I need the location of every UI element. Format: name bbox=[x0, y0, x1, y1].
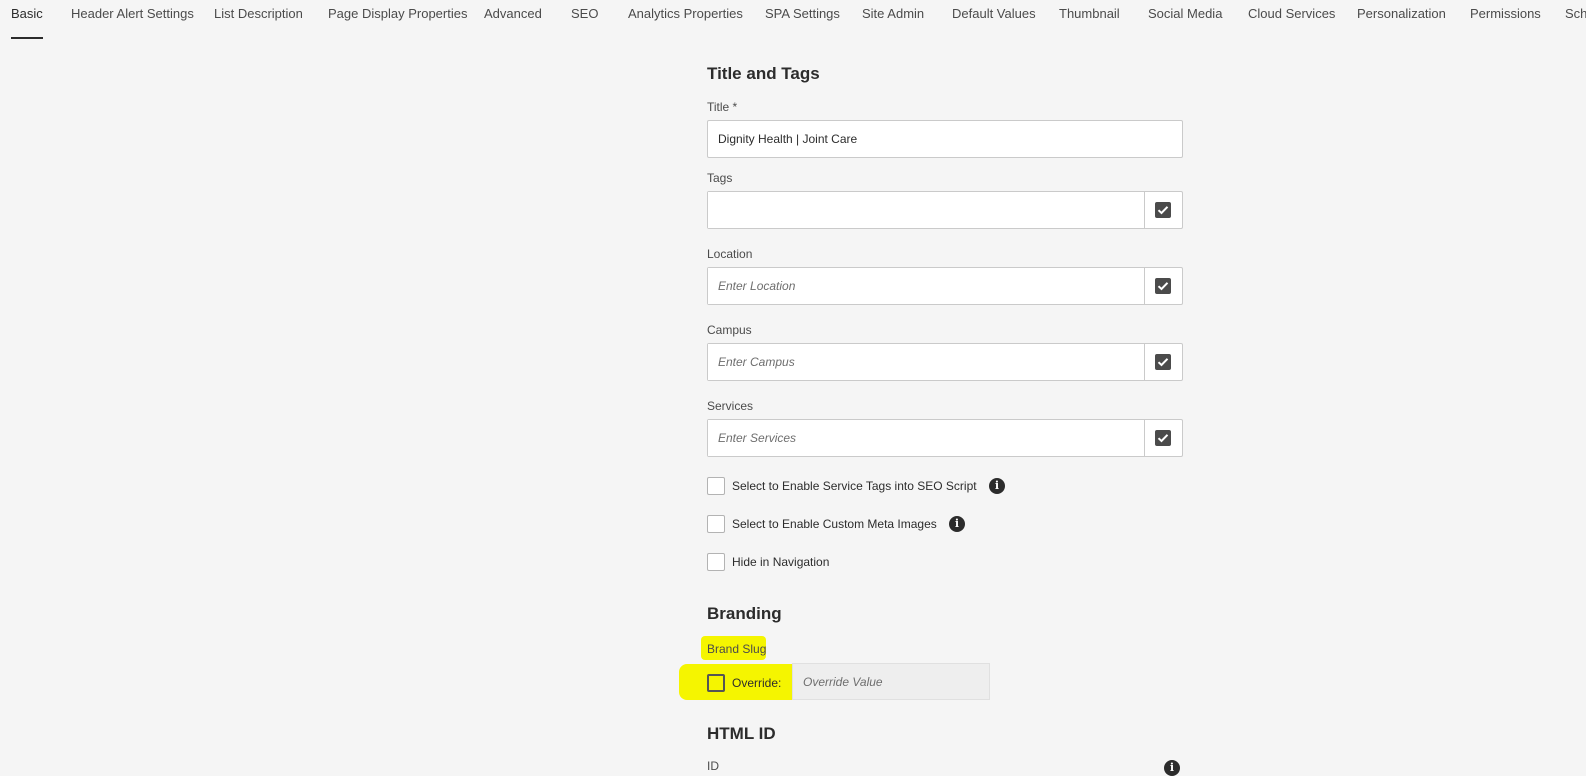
hide-in-navigation-checkbox[interactable] bbox=[707, 553, 725, 571]
override-label: Override: bbox=[732, 676, 782, 690]
tab-analytics-properties[interactable]: Analytics Properties bbox=[628, 7, 743, 39]
checkbox-checked-icon bbox=[1155, 430, 1171, 446]
hide-in-navigation-label: Hide in Navigation bbox=[732, 555, 830, 569]
location-input[interactable] bbox=[708, 268, 1145, 304]
tab-page-display-properties[interactable]: Page Display Properties bbox=[328, 7, 467, 39]
checkbox-checked-icon bbox=[1155, 202, 1171, 218]
service-tags-seo-label: Select to Enable Service Tags into SEO S… bbox=[732, 479, 977, 493]
tab-social-media[interactable]: Social Media bbox=[1148, 7, 1222, 39]
title-label: Title * bbox=[707, 100, 738, 114]
tab-spa-settings[interactable]: SPA Settings bbox=[765, 7, 840, 39]
tab-cloud-services[interactable]: Cloud Services bbox=[1248, 7, 1335, 39]
services-input[interactable] bbox=[708, 420, 1145, 456]
campus-picker-button[interactable] bbox=[1144, 344, 1182, 380]
id-label: ID bbox=[707, 759, 719, 773]
tags-field bbox=[707, 191, 1183, 229]
title-input[interactable] bbox=[707, 120, 1183, 158]
info-icon[interactable]: i bbox=[989, 478, 1005, 494]
properties-tab-bar: Basic Header Alert Settings List Descrip… bbox=[0, 0, 1586, 40]
location-picker-button[interactable] bbox=[1144, 268, 1182, 304]
tags-picker-button[interactable] bbox=[1144, 192, 1182, 228]
location-label: Location bbox=[707, 247, 753, 261]
checkbox-checked-icon bbox=[1155, 278, 1171, 294]
tab-default-values[interactable]: Default Values bbox=[952, 7, 1036, 39]
location-field bbox=[707, 267, 1183, 305]
override-value-input[interactable] bbox=[792, 663, 990, 700]
custom-meta-images-label: Select to Enable Custom Meta Images bbox=[732, 517, 937, 531]
service-tags-seo-checkbox[interactable] bbox=[707, 477, 725, 495]
info-icon[interactable]: i bbox=[1164, 760, 1180, 776]
tags-label: Tags bbox=[707, 171, 733, 185]
tab-basic[interactable]: Basic bbox=[11, 7, 43, 39]
campus-label: Campus bbox=[707, 323, 752, 337]
tab-advanced[interactable]: Advanced bbox=[484, 7, 542, 39]
section-html-id: HTML ID bbox=[707, 724, 776, 743]
tab-seo[interactable]: SEO bbox=[571, 7, 598, 39]
tab-scheduling[interactable]: Sche bbox=[1565, 7, 1586, 39]
tab-list-description[interactable]: List Description bbox=[214, 7, 303, 39]
services-picker-button[interactable] bbox=[1144, 420, 1182, 456]
campus-input[interactable] bbox=[708, 344, 1145, 380]
section-branding: Branding bbox=[707, 604, 782, 623]
tab-personalization[interactable]: Personalization bbox=[1357, 7, 1446, 39]
checkbox-checked-icon bbox=[1155, 354, 1171, 370]
tab-header-alert-settings[interactable]: Header Alert Settings bbox=[71, 7, 194, 39]
custom-meta-images-checkbox[interactable] bbox=[707, 515, 725, 533]
services-label: Services bbox=[707, 399, 754, 413]
tab-permissions[interactable]: Permissions bbox=[1470, 7, 1541, 39]
services-field bbox=[707, 419, 1183, 457]
tab-thumbnail[interactable]: Thumbnail bbox=[1059, 7, 1120, 39]
info-icon[interactable]: i bbox=[949, 516, 965, 532]
brand-slug-label: Brand Slug bbox=[707, 642, 767, 656]
tab-site-admin[interactable]: Site Admin bbox=[862, 7, 924, 39]
campus-field bbox=[707, 343, 1183, 381]
section-title-and-tags: Title and Tags bbox=[707, 64, 820, 83]
override-checkbox[interactable] bbox=[707, 674, 725, 692]
tags-input[interactable] bbox=[708, 192, 1145, 228]
